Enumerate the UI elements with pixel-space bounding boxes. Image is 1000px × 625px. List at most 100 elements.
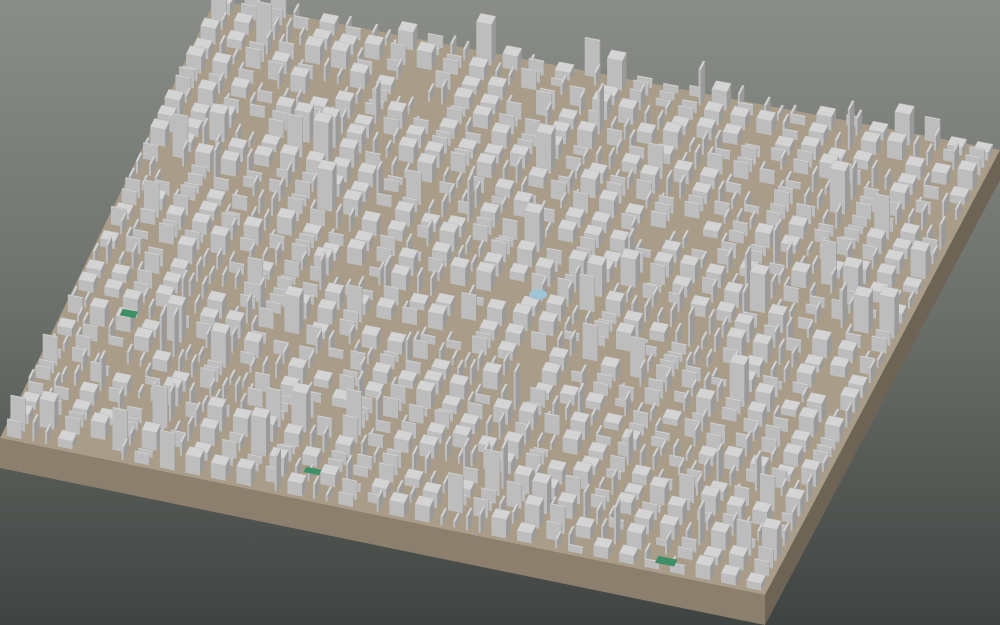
building-side-wall bbox=[859, 229, 860, 242]
building-side-wall bbox=[743, 232, 745, 244]
building-side-wall bbox=[357, 480, 358, 500]
building-front-wall bbox=[733, 161, 749, 180]
building-front-wall bbox=[159, 430, 175, 471]
building-front-wall bbox=[180, 441, 182, 456]
building-side-wall bbox=[623, 520, 625, 530]
building-side-wall bbox=[674, 361, 676, 377]
building-side-wall bbox=[283, 120, 285, 138]
building-side-wall bbox=[417, 309, 418, 326]
building-side-wall bbox=[152, 271, 153, 289]
building-front-wall bbox=[472, 336, 487, 356]
building-side-wall bbox=[594, 276, 596, 312]
building-front-wall bbox=[81, 356, 84, 372]
building-front-wall bbox=[887, 140, 903, 161]
building-front-wall bbox=[871, 255, 874, 270]
building-front-wall bbox=[128, 434, 131, 446]
building-front-wall bbox=[152, 385, 168, 429]
building-front-wall bbox=[247, 388, 263, 408]
building-front-wall bbox=[84, 299, 87, 308]
building-side-wall bbox=[421, 252, 422, 262]
building-side-wall bbox=[97, 326, 99, 342]
building-front-wall bbox=[220, 158, 236, 177]
building-front-wall bbox=[158, 223, 174, 245]
building-side-wall bbox=[678, 356, 680, 370]
building-front-wall bbox=[597, 91, 600, 135]
building-front-wall bbox=[811, 174, 814, 193]
building-side-wall bbox=[811, 206, 812, 225]
building-front-wall bbox=[806, 482, 809, 502]
building-side-wall bbox=[314, 235, 315, 249]
building-side-wall bbox=[694, 475, 695, 504]
building-front-wall bbox=[649, 484, 665, 506]
building-front-wall bbox=[723, 216, 726, 224]
building-side-wall bbox=[461, 109, 463, 125]
building-front-wall bbox=[688, 314, 691, 348]
building-front-wall bbox=[623, 126, 626, 140]
building-front-wall bbox=[698, 508, 701, 546]
building-side-wall bbox=[736, 409, 738, 422]
building-side-wall bbox=[405, 45, 407, 66]
building-front-wall bbox=[651, 295, 654, 308]
building-side-wall bbox=[514, 115, 515, 135]
building-front-wall bbox=[941, 201, 944, 218]
building-front-wall bbox=[398, 144, 414, 164]
building-front-wall bbox=[694, 152, 697, 170]
building-front-wall bbox=[391, 164, 394, 176]
building-front-wall bbox=[884, 177, 887, 191]
building-side-wall bbox=[401, 451, 402, 469]
building-side-wall bbox=[247, 196, 248, 212]
building-side-wall bbox=[393, 465, 395, 483]
building-side-wall bbox=[158, 145, 159, 162]
building-front-wall bbox=[383, 397, 399, 419]
building-front-wall bbox=[501, 447, 504, 489]
building-front-wall bbox=[411, 454, 414, 471]
building-front-wall bbox=[319, 260, 322, 291]
building-front-wall bbox=[141, 183, 144, 191]
building-side-wall bbox=[136, 191, 138, 206]
building-front-wall bbox=[451, 358, 454, 366]
building-front-wall bbox=[876, 359, 879, 369]
building-front-wall bbox=[773, 230, 776, 267]
building-front-wall bbox=[45, 431, 48, 445]
building-side-wall bbox=[195, 187, 197, 201]
building-side-wall bbox=[480, 134, 482, 144]
building-front-wall bbox=[275, 363, 278, 379]
building-side-wall bbox=[174, 432, 176, 471]
building-side-wall bbox=[890, 331, 892, 347]
building-front-wall bbox=[355, 94, 358, 105]
building-front-wall bbox=[273, 25, 276, 41]
building-side-wall bbox=[740, 184, 742, 195]
building-front-wall bbox=[345, 287, 348, 296]
building-front-wall bbox=[427, 311, 443, 331]
building-side-wall bbox=[398, 398, 399, 419]
building-front-wall bbox=[664, 108, 667, 116]
building-front-wall bbox=[220, 20, 223, 31]
building-side-wall bbox=[546, 334, 547, 352]
building-front-wall bbox=[258, 197, 261, 214]
building-side-wall bbox=[390, 422, 392, 434]
building-side-wall bbox=[423, 406, 425, 424]
building-side-wall bbox=[662, 145, 664, 180]
building-front-wall bbox=[234, 276, 237, 290]
building-front-wall bbox=[511, 512, 514, 524]
building-front-wall bbox=[396, 66, 399, 80]
city-model-viewport[interactable] bbox=[0, 0, 1000, 625]
building-side-wall bbox=[484, 177, 485, 194]
building-side-wall bbox=[284, 236, 285, 251]
building-front-wall bbox=[450, 152, 466, 174]
building-front-wall bbox=[477, 358, 480, 371]
building-front-wall bbox=[230, 225, 233, 241]
building-front-wall bbox=[806, 328, 809, 339]
building-side-wall bbox=[371, 456, 373, 471]
building-front-wall bbox=[616, 330, 631, 352]
building-side-wall bbox=[756, 147, 757, 165]
building-side-wall bbox=[299, 262, 300, 278]
building-front-wall bbox=[608, 155, 611, 170]
building-front-wall bbox=[921, 211, 924, 230]
building-side-wall bbox=[595, 238, 596, 256]
building-front-wall bbox=[299, 34, 302, 46]
building-front-wall bbox=[470, 262, 473, 272]
building-side-wall bbox=[785, 205, 786, 220]
building-side-wall bbox=[788, 419, 789, 433]
building-side-wall bbox=[272, 92, 273, 104]
